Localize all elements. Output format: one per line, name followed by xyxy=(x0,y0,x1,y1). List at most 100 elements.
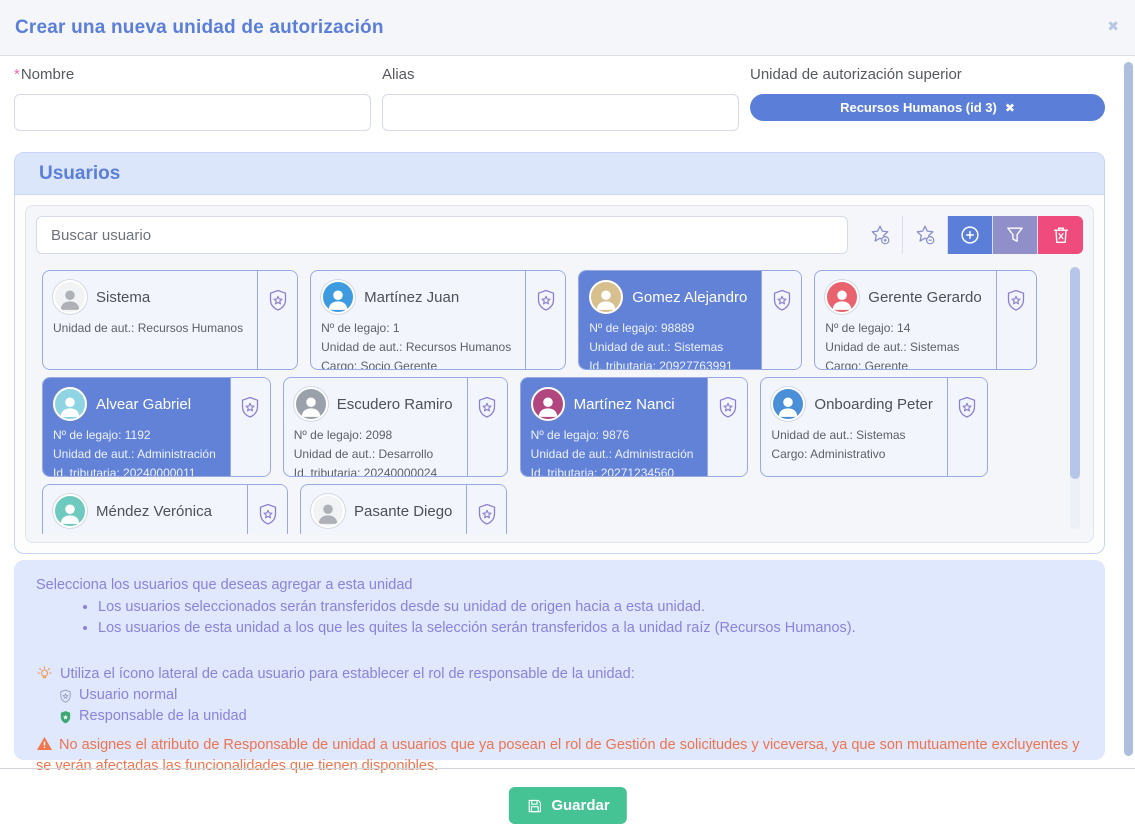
parent-unit-label: Unidad de autorización superior xyxy=(750,66,1105,83)
star-plus-button[interactable] xyxy=(858,216,903,254)
user-name: Alvear Gabriel xyxy=(96,396,191,413)
user-card-pasante-diego[interactable]: Pasante Diego xyxy=(300,484,507,534)
tip-line: Utiliza el ícono lateral de cada usuario… xyxy=(36,664,1081,684)
person-icon xyxy=(775,393,801,419)
modal-scrollbar-thumb[interactable] xyxy=(1124,62,1133,756)
person-icon xyxy=(57,286,83,312)
detail-line: Unidad de aut.: Desarrollo xyxy=(294,445,453,464)
user-card-head: Gomez Alejandro xyxy=(589,280,747,314)
legend-normal-text: Usuario normal xyxy=(79,686,177,705)
avatar xyxy=(53,280,87,314)
role-toggle-button[interactable] xyxy=(257,271,297,369)
detail-line: Id. tributaria: 20240000011 xyxy=(53,464,216,477)
instructions-bullets: Los usuarios seleccionados serán transfe… xyxy=(36,597,1081,639)
chip-remove-icon[interactable]: ✖ xyxy=(1005,101,1015,115)
user-card-sistema[interactable]: Sistema Unidad de aut.: Recursos Humanos xyxy=(42,270,298,370)
person-icon xyxy=(57,393,83,419)
filter-users-button[interactable] xyxy=(993,216,1038,254)
user-card-main: Martínez Nanci Nº de legajo: 9876 Unidad… xyxy=(521,378,708,476)
warning-triangle-icon xyxy=(36,736,53,751)
parent-unit-chip[interactable]: Recursos Humanos (id 3) ✖ xyxy=(750,94,1105,121)
user-details: Nº de legajo: 9876 Unidad de aut.: Admin… xyxy=(531,426,694,477)
person-icon xyxy=(315,500,341,526)
user-card-head: Martínez Juan xyxy=(321,280,511,314)
shield-star-icon xyxy=(256,501,280,527)
user-card-gomez-alejandro[interactable]: Gomez Alejandro Nº de legajo: 98889 Unid… xyxy=(578,270,802,370)
user-card-escudero-ramiro[interactable]: Escudero Ramiro Nº de legajo: 2098 Unida… xyxy=(283,377,508,477)
user-card-main: Alvear Gabriel Nº de legajo: 1192 Unidad… xyxy=(43,378,230,476)
role-toggle-button[interactable] xyxy=(467,378,507,476)
lightbulb-icon xyxy=(36,666,53,683)
role-toggle-button[interactable] xyxy=(230,378,270,476)
legend-manager-text: Responsable de la unidad xyxy=(79,707,247,726)
parent-unit-chip-label: Recursos Humanos (id 3) xyxy=(840,100,997,115)
user-name: Martínez Nanci xyxy=(574,396,675,413)
required-asterisk: * xyxy=(14,66,20,83)
avatar xyxy=(589,280,623,314)
role-toggle-button[interactable] xyxy=(247,485,287,534)
detail-line: Cargo: Gerente xyxy=(825,357,981,370)
role-toggle-button[interactable] xyxy=(761,271,801,369)
modal-header: Crear una nueva unidad de autorización ✖ xyxy=(0,0,1135,56)
clear-selection-button[interactable] xyxy=(1038,216,1083,254)
role-toggle-button[interactable] xyxy=(947,378,987,476)
tip-text: Utiliza el ícono lateral de cada usuario… xyxy=(60,664,635,684)
add-user-button[interactable] xyxy=(948,216,993,254)
usuarios-panel-body: Sistema Unidad de aut.: Recursos Humanos xyxy=(15,195,1104,554)
shield-star-icon xyxy=(238,394,262,420)
save-button[interactable]: Guardar xyxy=(508,787,626,824)
user-card-head: Gerente Gerardo xyxy=(825,280,981,314)
user-card-head: Méndez Verónica xyxy=(53,494,233,528)
user-card-martinez-nanci[interactable]: Martínez Nanci Nº de legajo: 9876 Unidad… xyxy=(520,377,749,477)
user-card-main: Onboarding Peter Unidad de aut.: Sistema… xyxy=(761,378,946,476)
role-toggle-button[interactable] xyxy=(996,271,1036,369)
detail-line: Unidad de aut.: Sistemas xyxy=(589,338,747,357)
search-row xyxy=(36,216,1083,254)
user-card-onboarding-peter[interactable]: Onboarding Peter Unidad de aut.: Sistema… xyxy=(760,377,987,477)
user-cards-list: Sistema Unidad de aut.: Recursos Humanos xyxy=(36,264,1083,534)
detail-line: Nº de legajo: 2098 xyxy=(294,426,453,445)
nombre-label: *Nombre xyxy=(14,66,371,83)
user-card-head: Pasante Diego xyxy=(311,494,452,528)
detail-line: Nº de legajo: 14 xyxy=(825,319,981,338)
person-icon xyxy=(829,286,855,312)
star-minus-icon xyxy=(914,224,936,246)
user-card-gerente-gerardo[interactable]: Gerente Gerardo Nº de legajo: 14 Unidad … xyxy=(814,270,1036,370)
avatar xyxy=(321,280,355,314)
shield-star-icon xyxy=(475,394,499,420)
nombre-input[interactable] xyxy=(14,94,371,131)
user-name: Gomez Alejandro xyxy=(632,289,747,306)
user-card-alvear-gabriel[interactable]: Alvear Gabriel Nº de legajo: 1192 Unidad… xyxy=(42,377,271,477)
modal-title: Crear una nueva unidad de autorización xyxy=(15,0,384,56)
detail-line: Cargo: Administrativo xyxy=(771,445,932,464)
role-toggle-button[interactable] xyxy=(525,271,565,369)
user-card-head: Onboarding Peter xyxy=(771,387,932,421)
detail-line: Unidad de aut.: Recursos Humanos xyxy=(321,338,511,357)
usuarios-panel: Usuarios xyxy=(14,152,1105,554)
role-toggle-button[interactable] xyxy=(707,378,747,476)
parent-unit-field-group: Unidad de autorización superior Recursos… xyxy=(750,66,1105,131)
shield-star-icon xyxy=(534,287,558,313)
user-name: Gerente Gerardo xyxy=(868,289,981,306)
user-name: Sistema xyxy=(96,289,150,306)
user-card-martinez-juan[interactable]: Martínez Juan Nº de legajo: 1 Unidad de … xyxy=(310,270,566,370)
search-input[interactable] xyxy=(36,216,848,254)
user-card-head: Sistema xyxy=(53,280,243,314)
user-card-main: Sistema Unidad de aut.: Recursos Humanos xyxy=(43,271,257,369)
shield-star-icon xyxy=(266,287,290,313)
shield-star-icon xyxy=(770,287,794,313)
alias-input[interactable] xyxy=(382,94,739,131)
avatar xyxy=(53,387,87,421)
legend-usuario-normal: Usuario normal xyxy=(58,686,1081,705)
user-card-mendez-veronica[interactable]: Méndez Verónica xyxy=(42,484,288,534)
users-scrollbar-thumb[interactable] xyxy=(1070,267,1080,479)
close-icon[interactable]: ✖ xyxy=(1107,19,1119,33)
star-minus-button[interactable] xyxy=(903,216,948,254)
save-button-label: Guardar xyxy=(551,797,609,814)
role-toggle-button[interactable] xyxy=(466,485,506,534)
detail-line: Nº de legajo: 1 xyxy=(321,319,511,338)
shield-star-icon xyxy=(955,394,979,420)
person-icon xyxy=(593,286,619,312)
person-icon xyxy=(325,286,351,312)
footer-divider xyxy=(0,768,1135,769)
